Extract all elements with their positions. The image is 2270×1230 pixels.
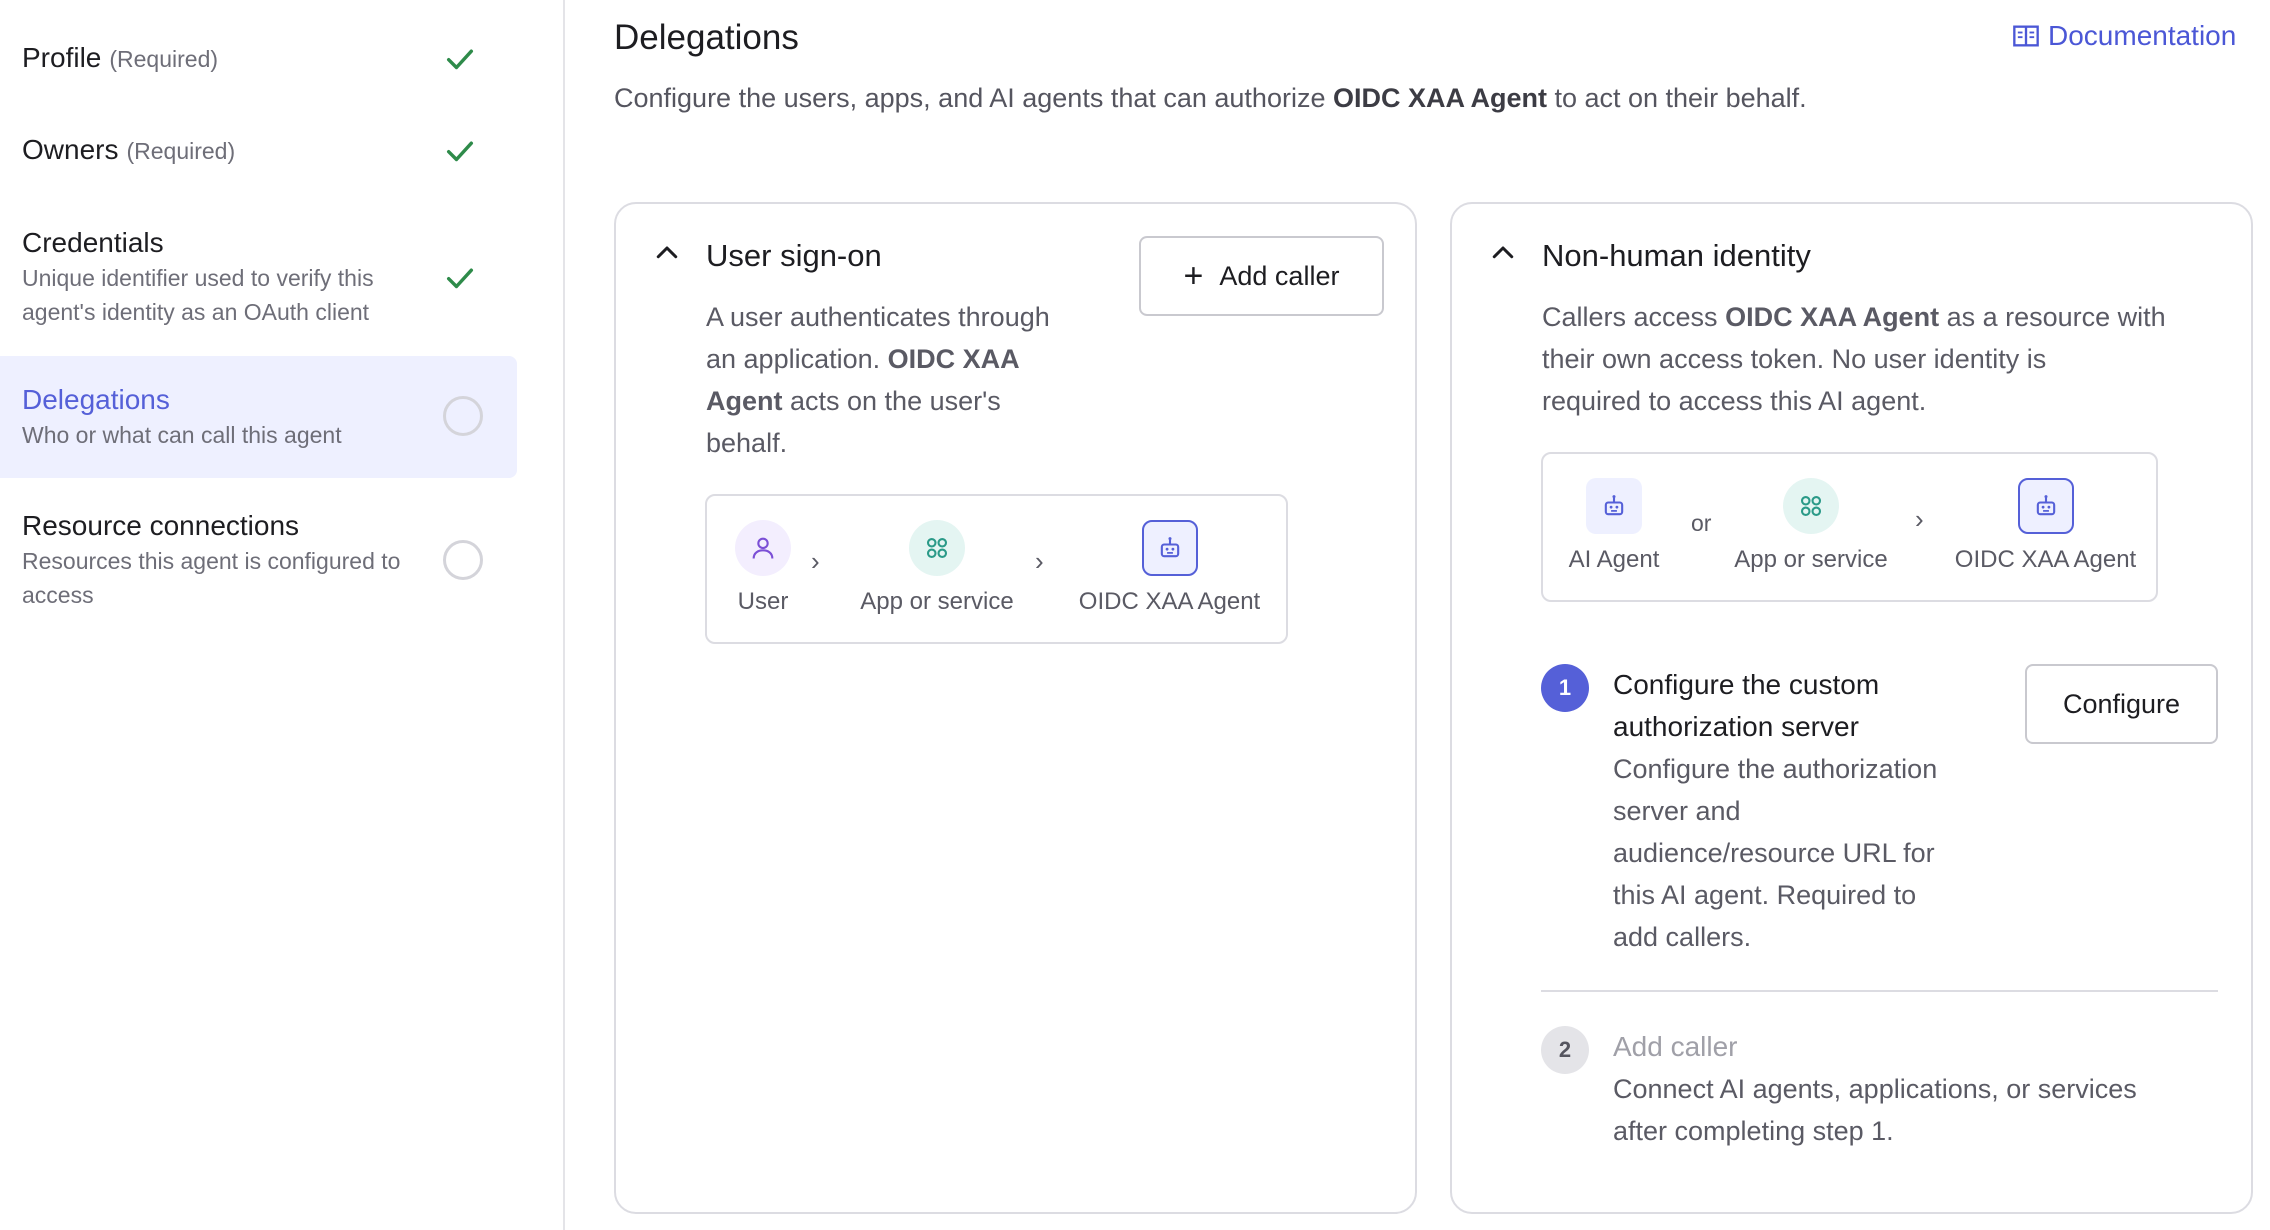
- step-title: Configure the custom authorization serve…: [1613, 669, 1880, 742]
- step-title: Profile: [22, 42, 102, 73]
- plus-icon: +: [1183, 257, 1204, 295]
- card-title: Non-human identity: [1542, 238, 1811, 273]
- non-human-identity-card: Non-human identity Callers access OIDC X…: [1450, 202, 2253, 1214]
- page-subtitle: Configure the users, apps, and AI agents…: [614, 83, 1807, 113]
- user-signon-card: User sign-on + Add caller A user authenti…: [614, 202, 1417, 1214]
- card-description: Callers access OIDC XAA Agent as a resou…: [1542, 302, 2166, 416]
- step-description: Resources this agent is configured to ac…: [22, 548, 401, 608]
- flow-agent: OIDC XAA Agent: [1067, 520, 1272, 616]
- required-label: (Required): [126, 138, 236, 164]
- step-title: Credentials: [22, 227, 164, 258]
- robot-icon: [1586, 478, 1642, 534]
- sidebar-step-resource-connections[interactable]: Resource connections Resources this agen…: [0, 508, 517, 612]
- page-title: Delegations: [614, 18, 799, 57]
- step-title: Resource connections: [22, 510, 300, 541]
- flow-app: App or service: [847, 520, 1027, 616]
- status-circle-icon: [443, 396, 483, 436]
- step-description: Connect AI agents, applications, or serv…: [1613, 1074, 2137, 1146]
- apps-grid-icon: [909, 520, 965, 576]
- check-icon: [443, 261, 483, 301]
- flow-ai-agent: AI Agent: [1559, 478, 1669, 574]
- card-title: User sign-on: [706, 238, 882, 273]
- step-description: Unique identifier used to verify this ag…: [22, 265, 374, 325]
- card-description: A user authenticates through an applicat…: [706, 302, 1050, 458]
- chevron-right-icon: ›: [1915, 504, 1924, 534]
- non-human-flow-diagram: AI Agent or App or service › OIDC XAA Ag…: [1541, 452, 2158, 602]
- add-caller-button[interactable]: + Add caller: [1139, 236, 1384, 316]
- step-title: Owners: [22, 134, 119, 165]
- apps-grid-icon: [1783, 478, 1839, 534]
- step-description: Configure the authorization server and a…: [1613, 754, 1938, 952]
- status-circle-icon: [443, 540, 483, 580]
- or-separator: or: [1691, 510, 1712, 536]
- flow-user: User: [723, 520, 803, 616]
- check-icon: [443, 134, 483, 174]
- app-root: Profile (Required) Owners (Required) Crede…: [0, 0, 2270, 1230]
- chevron-up-icon[interactable]: [652, 238, 682, 268]
- user-icon: [735, 520, 791, 576]
- user-flow-diagram: User › App or service › OIDC XAA Agent: [705, 494, 1288, 644]
- chevron-up-icon[interactable]: [1488, 238, 1518, 268]
- book-icon: [2013, 25, 2039, 47]
- sidebar-step-owners[interactable]: Owners (Required): [0, 132, 517, 169]
- sidebar-step-credentials[interactable]: Credentials Unique identifier used to ve…: [0, 225, 517, 329]
- setup-sidebar: Profile (Required) Owners (Required) Crede…: [0, 0, 565, 1230]
- required-label: (Required): [109, 46, 219, 72]
- check-icon: [443, 42, 483, 82]
- step-title: Add caller: [1613, 1031, 1738, 1062]
- step-description: Who or what can call this agent: [22, 422, 342, 448]
- sidebar-step-delegations[interactable]: Delegations Who or what can call this ag…: [0, 356, 517, 478]
- documentation-label: Documentation: [2048, 20, 2237, 51]
- sidebar-step-profile[interactable]: Profile (Required): [0, 40, 517, 77]
- step-number-badge: 2: [1541, 1026, 1589, 1074]
- robot-icon: [1141, 520, 1198, 576]
- flow-app: App or service: [1721, 478, 1901, 574]
- divider: [1541, 990, 2218, 992]
- step-number-badge: 1: [1541, 664, 1589, 712]
- configure-button[interactable]: Configure: [2025, 664, 2218, 744]
- documentation-link[interactable]: Documentation: [2012, 20, 2236, 52]
- robot-icon: [2017, 478, 2074, 534]
- chevron-right-icon: ›: [1035, 546, 1044, 576]
- chevron-right-icon: ›: [811, 546, 820, 576]
- flow-agent: OIDC XAA Agent: [1943, 478, 2148, 574]
